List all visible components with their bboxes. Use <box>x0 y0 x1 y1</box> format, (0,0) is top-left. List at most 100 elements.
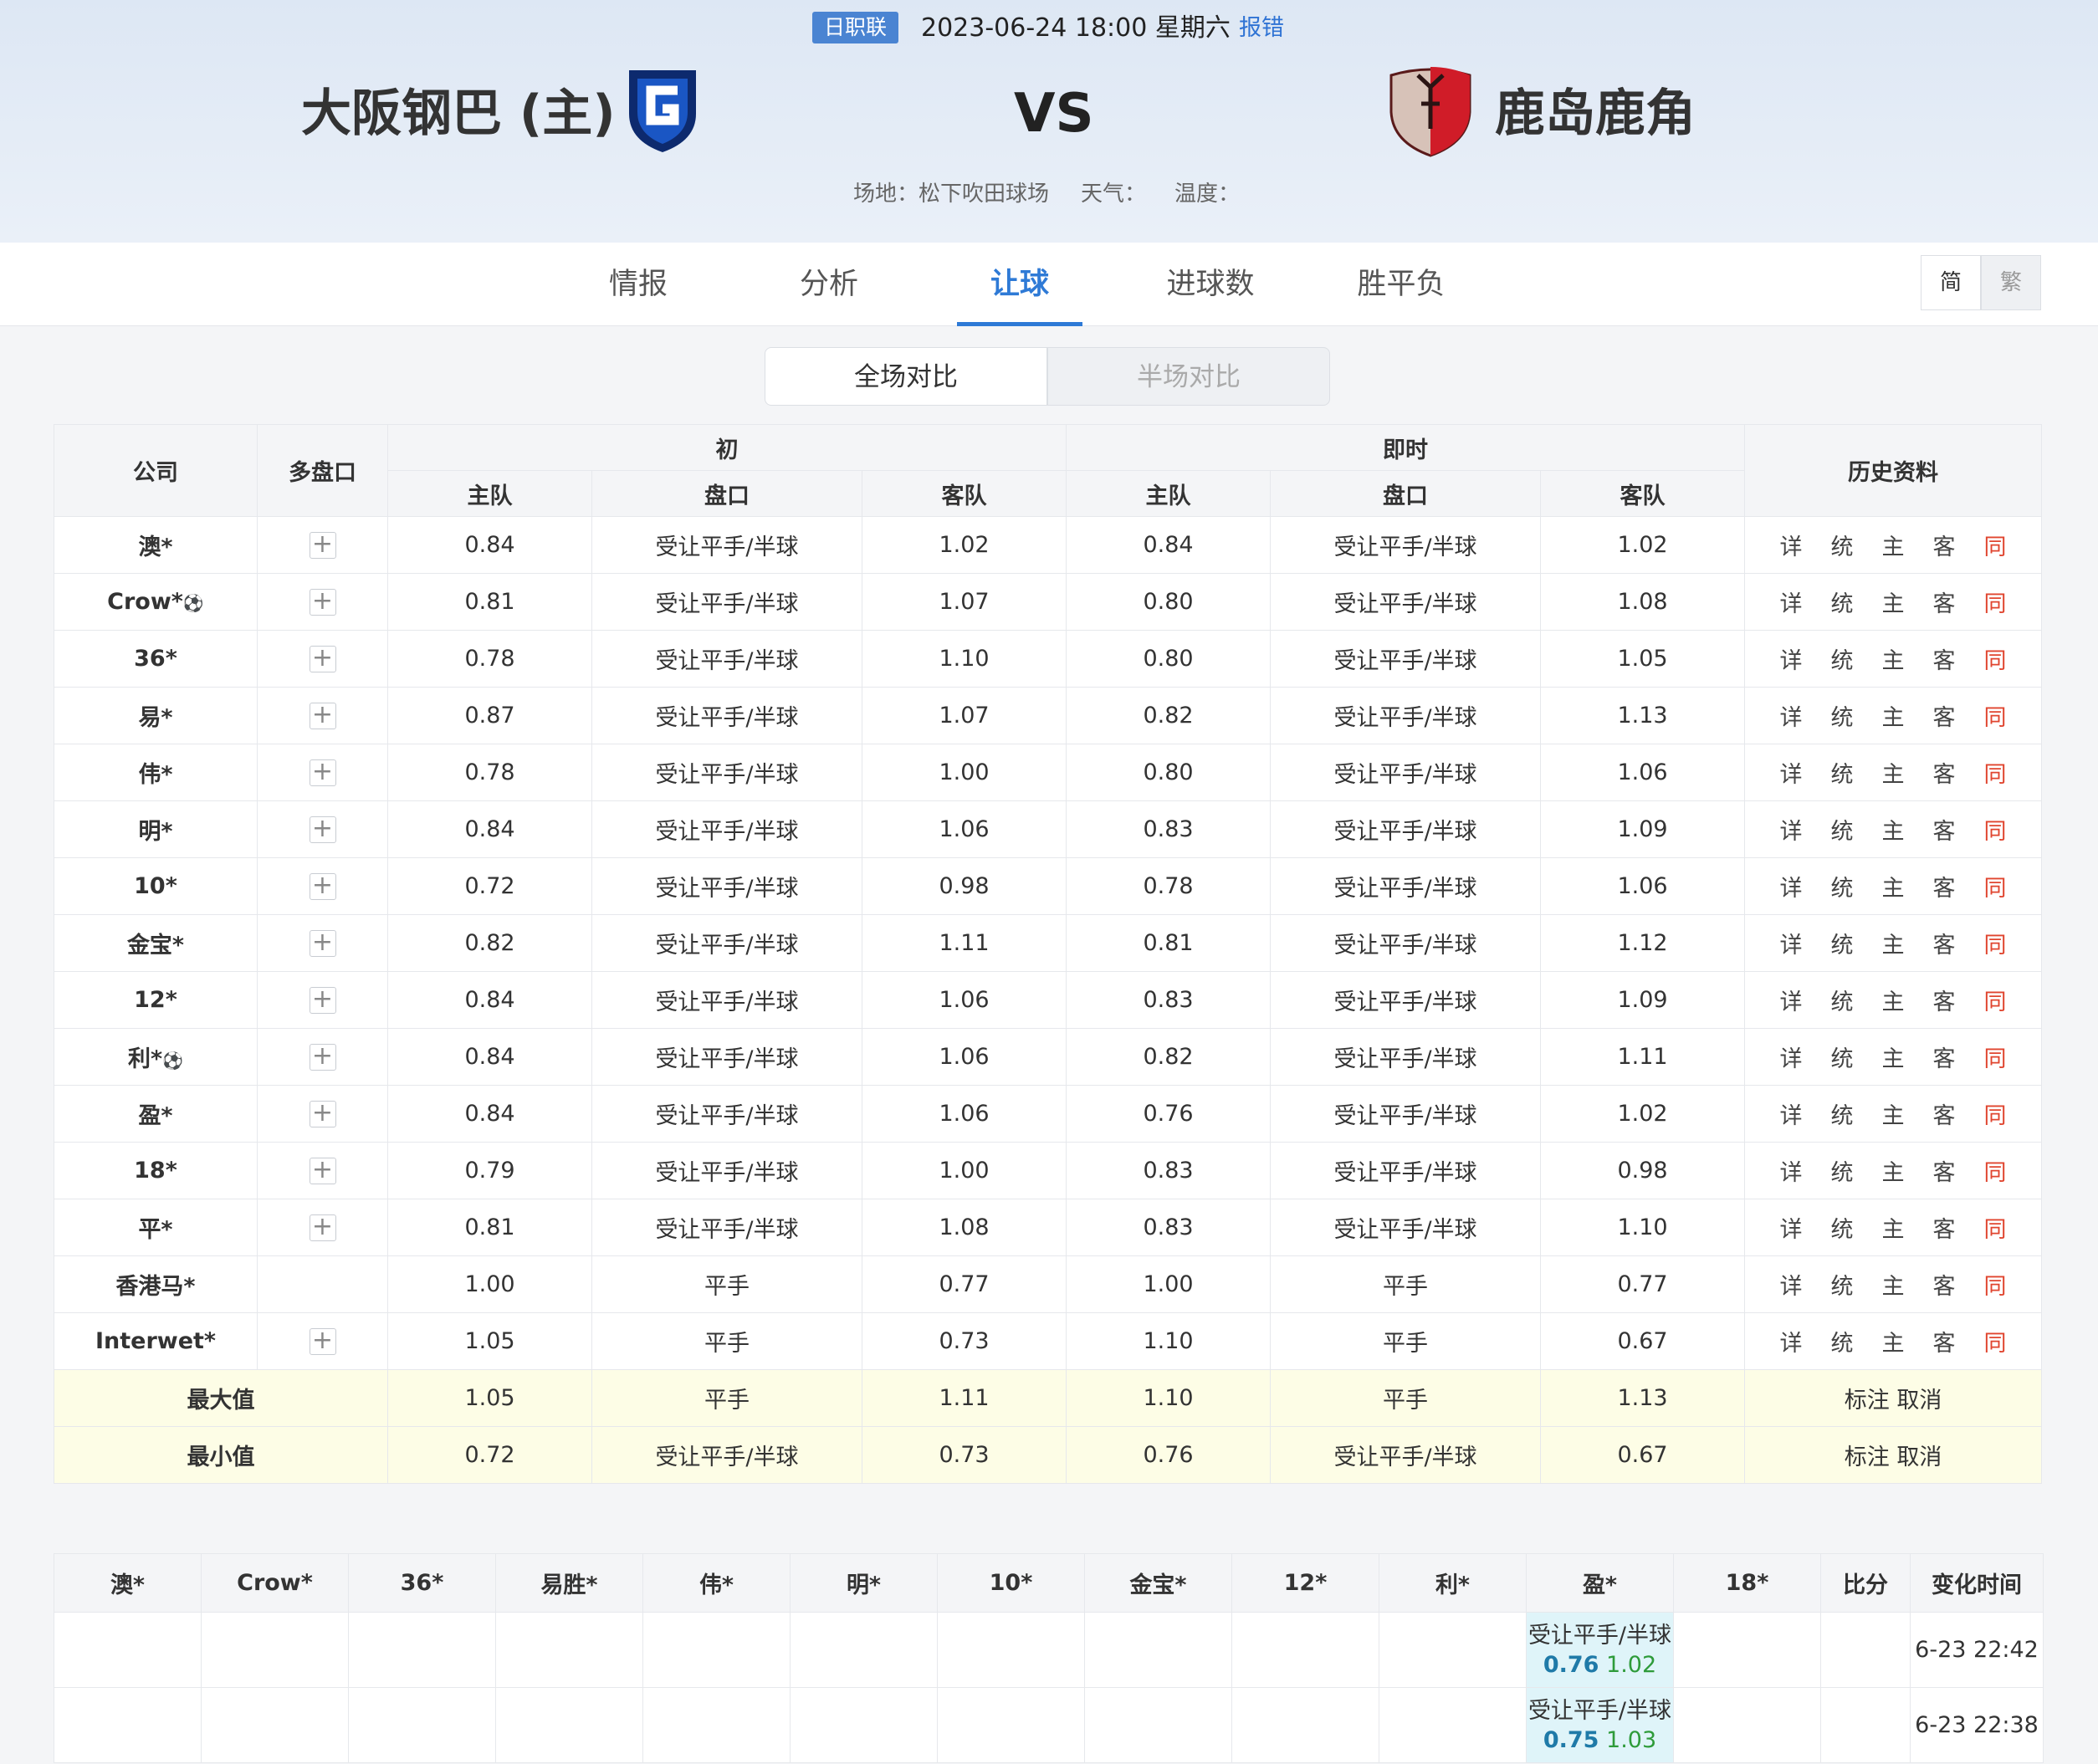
detail-link[interactable]: 详 <box>1780 1211 1803 1244</box>
company-name[interactable]: 利*⚽ <box>54 1028 258 1086</box>
tab-intel[interactable]: 情报 <box>571 243 705 326</box>
home-link[interactable]: 主 <box>1882 870 1905 902</box>
away-link[interactable]: 客 <box>1933 1268 1956 1301</box>
detail-link[interactable]: 详 <box>1780 927 1803 959</box>
stats-link[interactable]: 统 <box>1831 984 1854 1016</box>
expand-plus-icon[interactable]: + <box>309 702 336 729</box>
stats-link[interactable]: 统 <box>1831 529 1854 561</box>
same-link[interactable]: 同 <box>1984 1211 2007 1244</box>
stats-link[interactable]: 统 <box>1831 1154 1854 1187</box>
company-name[interactable]: 36* <box>54 630 258 688</box>
company-name[interactable]: 12* <box>54 971 258 1029</box>
league-badge[interactable]: 日职联 <box>812 12 899 43</box>
detail-link[interactable]: 详 <box>1780 529 1803 561</box>
home-team-name[interactable]: 大阪钢巴 (主) <box>301 80 616 147</box>
same-link[interactable]: 同 <box>1984 756 2007 789</box>
away-link[interactable]: 客 <box>1933 1154 1956 1187</box>
away-link[interactable]: 客 <box>1933 927 1956 959</box>
expand-plus-icon[interactable]: + <box>309 986 336 1014</box>
full-time-compare-button[interactable]: 全场对比 <box>765 347 1047 406</box>
same-link[interactable]: 同 <box>1984 813 2007 846</box>
tab-handicap[interactable]: 让球 <box>953 243 1087 326</box>
same-link[interactable]: 同 <box>1984 1325 2007 1358</box>
report-error-link[interactable]: 报错 <box>1239 12 1284 45</box>
home-link[interactable]: 主 <box>1882 813 1905 846</box>
traditional-chinese-toggle[interactable]: 繁 <box>1981 255 2041 310</box>
company-name[interactable]: 易* <box>54 687 258 744</box>
company-name[interactable]: 澳* <box>54 516 258 574</box>
home-link[interactable]: 主 <box>1882 1097 1905 1130</box>
away-link[interactable]: 客 <box>1933 699 1956 732</box>
detail-link[interactable]: 详 <box>1780 585 1803 618</box>
expand-plus-icon[interactable]: + <box>309 1043 336 1071</box>
away-link[interactable]: 客 <box>1933 1211 1956 1244</box>
away-link[interactable]: 客 <box>1933 756 1956 789</box>
detail-link[interactable]: 详 <box>1780 642 1803 675</box>
stats-link[interactable]: 统 <box>1831 585 1854 618</box>
expand-plus-icon[interactable]: + <box>309 929 336 957</box>
stats-link[interactable]: 统 <box>1831 813 1854 846</box>
same-link[interactable]: 同 <box>1984 1041 2007 1073</box>
expand-plus-icon[interactable]: + <box>309 1327 336 1355</box>
expand-plus-icon[interactable]: + <box>309 872 336 900</box>
expand-plus-icon[interactable]: + <box>309 816 336 843</box>
expand-plus-icon[interactable]: + <box>309 1157 336 1184</box>
same-link[interactable]: 同 <box>1984 984 2007 1016</box>
detail-link[interactable]: 详 <box>1780 984 1803 1016</box>
detail-link[interactable]: 详 <box>1780 1325 1803 1358</box>
mark-button[interactable]: 标注 <box>1845 1444 1890 1470</box>
company-name[interactable]: 金宝* <box>54 914 258 972</box>
stats-link[interactable]: 统 <box>1831 1211 1854 1244</box>
same-link[interactable]: 同 <box>1984 1154 2007 1187</box>
home-link[interactable]: 主 <box>1882 699 1905 732</box>
home-link[interactable]: 主 <box>1882 642 1905 675</box>
company-name[interactable]: 平* <box>54 1199 258 1256</box>
same-link[interactable]: 同 <box>1984 585 2007 618</box>
stats-link[interactable]: 统 <box>1831 699 1854 732</box>
away-link[interactable]: 客 <box>1933 585 1956 618</box>
away-link[interactable]: 客 <box>1933 1325 1956 1358</box>
home-link[interactable]: 主 <box>1882 1211 1905 1244</box>
same-link[interactable]: 同 <box>1984 529 2007 561</box>
away-link[interactable]: 客 <box>1933 529 1956 561</box>
tab-analysis[interactable]: 分析 <box>762 243 896 326</box>
home-link[interactable]: 主 <box>1882 1268 1905 1301</box>
expand-plus-icon[interactable]: + <box>309 759 336 786</box>
expand-plus-icon[interactable]: + <box>309 645 336 672</box>
away-link[interactable]: 客 <box>1933 813 1956 846</box>
detail-link[interactable]: 详 <box>1780 813 1803 846</box>
company-name[interactable]: 10* <box>54 857 258 915</box>
away-link[interactable]: 客 <box>1933 1041 1956 1073</box>
cancel-button[interactable]: 取消 <box>1896 1444 1942 1470</box>
stats-link[interactable]: 统 <box>1831 1097 1854 1130</box>
stats-link[interactable]: 统 <box>1831 927 1854 959</box>
away-team-logo-icon[interactable] <box>1384 62 1476 159</box>
detail-link[interactable]: 详 <box>1780 756 1803 789</box>
detail-link[interactable]: 详 <box>1780 1154 1803 1187</box>
away-link[interactable]: 客 <box>1933 642 1956 675</box>
company-name[interactable]: Interwet* <box>54 1312 258 1370</box>
away-link[interactable]: 客 <box>1933 984 1956 1016</box>
stats-link[interactable]: 统 <box>1831 870 1854 902</box>
company-name[interactable]: Crow*⚽ <box>54 573 258 631</box>
same-link[interactable]: 同 <box>1984 1097 2007 1130</box>
detail-link[interactable]: 详 <box>1780 1268 1803 1301</box>
same-link[interactable]: 同 <box>1984 1268 2007 1301</box>
company-name[interactable]: 伟* <box>54 744 258 801</box>
home-link[interactable]: 主 <box>1882 927 1905 959</box>
same-link[interactable]: 同 <box>1984 699 2007 732</box>
stats-link[interactable]: 统 <box>1831 1325 1854 1358</box>
tab-win-draw-lose[interactable]: 胜平负 <box>1334 243 1468 326</box>
home-link[interactable]: 主 <box>1882 529 1905 561</box>
stats-link[interactable]: 统 <box>1831 1041 1854 1073</box>
home-link[interactable]: 主 <box>1882 1041 1905 1073</box>
company-name[interactable]: 香港马* <box>54 1255 258 1313</box>
mark-button[interactable]: 标注 <box>1845 1388 1890 1414</box>
expand-plus-icon[interactable]: + <box>309 1214 336 1241</box>
stats-link[interactable]: 统 <box>1831 1268 1854 1301</box>
cancel-button[interactable]: 取消 <box>1896 1388 1942 1414</box>
half-time-compare-button[interactable]: 半场对比 <box>1047 347 1330 406</box>
away-link[interactable]: 客 <box>1933 1097 1956 1130</box>
away-link[interactable]: 客 <box>1933 870 1956 902</box>
simplified-chinese-toggle[interactable]: 简 <box>1921 255 1981 310</box>
